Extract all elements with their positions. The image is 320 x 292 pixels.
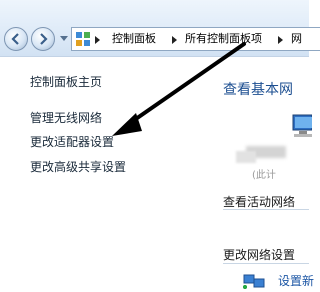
forward-icon <box>40 33 48 45</box>
navigation-bar: 控制面板 所有控制面板项 网 <box>0 0 320 57</box>
setup-new-connection-link[interactable]: 设置新 <box>278 273 314 289</box>
computer-icon <box>292 114 312 137</box>
breadcrumb-network[interactable]: 网 <box>291 32 302 46</box>
breadcrumb-control-panel[interactable]: 控制面板 <box>112 32 156 46</box>
network-setup-icon <box>243 274 265 289</box>
forward-button[interactable] <box>31 27 55 51</box>
control-panel-icon <box>76 32 90 46</box>
section-divider <box>223 209 309 210</box>
breadcrumb-all-items[interactable]: 所有控制面板项 <box>185 32 262 46</box>
blurred-text <box>236 151 256 163</box>
back-button[interactable] <box>4 27 28 51</box>
sidebar-item-control-panel-home[interactable]: 控制面板主页 <box>30 74 102 90</box>
sidebar-item-manage-wireless[interactable]: 管理无线网络 <box>30 110 102 126</box>
section-change-network-settings: 更改网络设置 <box>223 248 296 262</box>
history-dropdown-icon[interactable] <box>60 36 68 42</box>
section-divider <box>223 263 309 264</box>
sidebar-item-advanced-sharing[interactable]: 更改高级共享设置 <box>30 159 126 175</box>
breadcrumb-separator-icon[interactable] <box>95 36 100 44</box>
main-pane: 查看基本网 (此计 查看活动网络 更改网络设置 设置新 <box>206 57 314 292</box>
breadcrumb-separator-icon[interactable] <box>278 36 283 44</box>
address-bar[interactable]: 控制面板 所有控制面板项 网 <box>71 27 320 51</box>
task-sidebar: 控制面板主页 管理无线网络 更改适配器设置 更改高级共享设置 <box>0 57 206 292</box>
breadcrumb-separator-icon[interactable] <box>172 36 177 44</box>
back-icon <box>11 33 19 45</box>
computer-label: (此计 <box>252 170 276 181</box>
section-active-networks: 查看活动网络 <box>223 195 296 209</box>
page-title: 查看基本网 <box>223 82 293 98</box>
sidebar-item-change-adapter-settings[interactable]: 更改适配器设置 <box>30 134 114 150</box>
